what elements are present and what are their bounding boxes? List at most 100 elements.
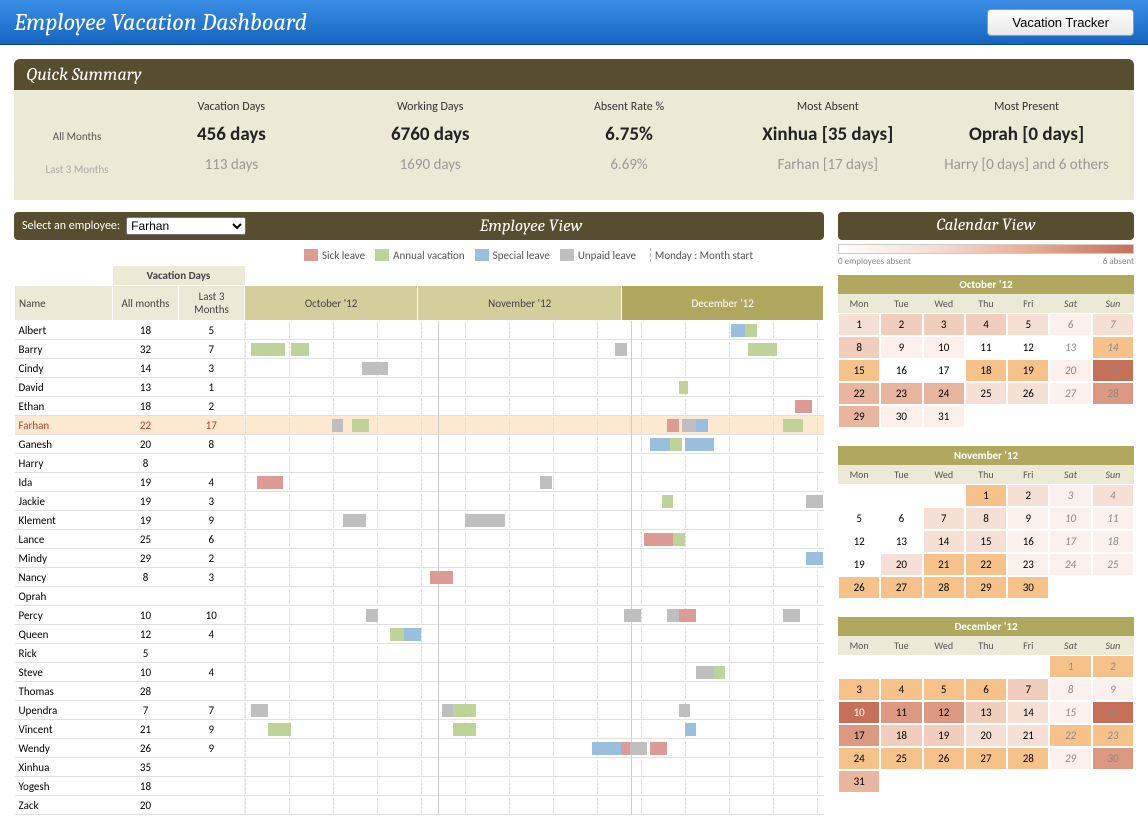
calendar-day[interactable]: 9: [1007, 507, 1049, 530]
calendar-day[interactable]: 6: [1049, 313, 1091, 336]
calendar-day[interactable]: 12: [1007, 336, 1049, 359]
calendar-day[interactable]: 23: [1007, 553, 1049, 576]
calendar-day[interactable]: 1: [1049, 655, 1091, 678]
calendar-day[interactable]: 22: [1049, 724, 1091, 747]
calendar-day[interactable]: 8: [1049, 678, 1091, 701]
calendar-day[interactable]: 27: [880, 576, 922, 599]
table-row[interactable]: Zack20: [15, 796, 824, 815]
calendar-day[interactable]: 5: [923, 678, 965, 701]
calendar-day[interactable]: 17: [838, 724, 880, 747]
calendar-day[interactable]: 30: [880, 405, 922, 428]
table-row[interactable]: Klement199: [15, 511, 824, 530]
table-row[interactable]: Percy1010: [15, 606, 824, 625]
calendar-day[interactable]: 18: [1092, 530, 1134, 553]
col-name[interactable]: Name: [15, 286, 113, 321]
calendar-day[interactable]: 8: [965, 507, 1007, 530]
calendar-day[interactable]: 11: [880, 701, 922, 724]
calendar-day[interactable]: 17: [1049, 530, 1091, 553]
table-row[interactable]: Farhan2217: [15, 416, 824, 435]
calendar-day[interactable]: 8: [838, 336, 880, 359]
calendar-day[interactable]: 7: [923, 507, 965, 530]
calendar-day[interactable]: 2: [1092, 655, 1134, 678]
calendar-day[interactable]: 10: [923, 336, 965, 359]
calendar-day[interactable]: 4: [965, 313, 1007, 336]
table-row[interactable]: Yogesh18: [15, 777, 824, 796]
table-row[interactable]: Ganesh208: [15, 435, 824, 454]
calendar-day[interactable]: 5: [1007, 313, 1049, 336]
calendar-day[interactable]: 1: [838, 313, 880, 336]
calendar-day[interactable]: 25: [1092, 553, 1134, 576]
calendar-day[interactable]: 6: [965, 678, 1007, 701]
calendar-day[interactable]: 20: [1049, 359, 1091, 382]
calendar-day[interactable]: 15: [965, 530, 1007, 553]
calendar-day[interactable]: 19: [838, 553, 880, 576]
table-row[interactable]: Ethan182: [15, 397, 824, 416]
table-row[interactable]: Albert185: [15, 321, 824, 340]
calendar-day[interactable]: 16: [1007, 530, 1049, 553]
calendar-day[interactable]: 16: [1092, 701, 1134, 724]
calendar-day[interactable]: 24: [923, 382, 965, 405]
calendar-day[interactable]: 29: [838, 405, 880, 428]
calendar-day[interactable]: 22: [838, 382, 880, 405]
table-row[interactable]: Ida194: [15, 473, 824, 492]
calendar-day[interactable]: 28: [923, 576, 965, 599]
calendar-day[interactable]: 3: [1049, 484, 1091, 507]
calendar-day[interactable]: 18: [880, 724, 922, 747]
calendar-day[interactable]: 4: [1092, 484, 1134, 507]
calendar-day[interactable]: 19: [1007, 359, 1049, 382]
calendar-day[interactable]: 12: [923, 701, 965, 724]
table-row[interactable]: Barry327: [15, 340, 824, 359]
calendar-day[interactable]: 28: [1007, 747, 1049, 770]
table-row[interactable]: Wendy269: [15, 739, 824, 758]
calendar-day[interactable]: 24: [838, 747, 880, 770]
calendar-day[interactable]: 7: [1092, 313, 1134, 336]
col-all-months[interactable]: All months: [113, 286, 179, 321]
calendar-day[interactable]: 2: [1007, 484, 1049, 507]
calendar-day[interactable]: 18: [965, 359, 1007, 382]
table-row[interactable]: Vincent219: [15, 720, 824, 739]
table-row[interactable]: Upendra77: [15, 701, 824, 720]
table-row[interactable]: Xinhua35: [15, 758, 824, 777]
calendar-day[interactable]: 26: [838, 576, 880, 599]
calendar-day[interactable]: 14: [923, 530, 965, 553]
table-row[interactable]: Rick5: [15, 644, 824, 663]
calendar-day[interactable]: 29: [965, 576, 1007, 599]
calendar-day[interactable]: 12: [838, 530, 880, 553]
calendar-day[interactable]: 1: [965, 484, 1007, 507]
table-row[interactable]: David131: [15, 378, 824, 397]
table-row[interactable]: Cindy143: [15, 359, 824, 378]
calendar-day[interactable]: 27: [965, 747, 1007, 770]
calendar-day[interactable]: 21: [1092, 359, 1134, 382]
calendar-day[interactable]: 10: [838, 701, 880, 724]
calendar-day[interactable]: 31: [838, 770, 880, 793]
calendar-day[interactable]: 23: [1092, 724, 1134, 747]
table-row[interactable]: Jackie193: [15, 492, 824, 511]
table-row[interactable]: Lance256: [15, 530, 824, 549]
table-row[interactable]: Harry8: [15, 454, 824, 473]
calendar-day[interactable]: 26: [1007, 382, 1049, 405]
table-row[interactable]: Thomas28: [15, 682, 824, 701]
calendar-day[interactable]: 20: [880, 553, 922, 576]
calendar-day[interactable]: 15: [838, 359, 880, 382]
calendar-day[interactable]: 16: [880, 359, 922, 382]
calendar-day[interactable]: 22: [965, 553, 1007, 576]
col-last3[interactable]: Last 3 Months: [179, 286, 245, 321]
calendar-day[interactable]: 23: [880, 382, 922, 405]
calendar-day[interactable]: 21: [923, 553, 965, 576]
calendar-day[interactable]: 13: [965, 701, 1007, 724]
calendar-day[interactable]: 30: [1007, 576, 1049, 599]
calendar-day[interactable]: 3: [923, 313, 965, 336]
calendar-day[interactable]: 14: [1007, 701, 1049, 724]
table-row[interactable]: Oprah: [15, 587, 824, 606]
calendar-day[interactable]: 7: [1007, 678, 1049, 701]
calendar-day[interactable]: 24: [1049, 553, 1091, 576]
calendar-day[interactable]: 4: [880, 678, 922, 701]
calendar-day[interactable]: 9: [1092, 678, 1134, 701]
calendar-day[interactable]: 20: [965, 724, 1007, 747]
calendar-day[interactable]: 11: [1092, 507, 1134, 530]
calendar-day[interactable]: 21: [1007, 724, 1049, 747]
vacation-tracker-button[interactable]: Vacation Tracker: [987, 9, 1134, 36]
calendar-day[interactable]: 27: [1049, 382, 1091, 405]
table-row[interactable]: Mindy292: [15, 549, 824, 568]
calendar-day[interactable]: 30: [1092, 747, 1134, 770]
